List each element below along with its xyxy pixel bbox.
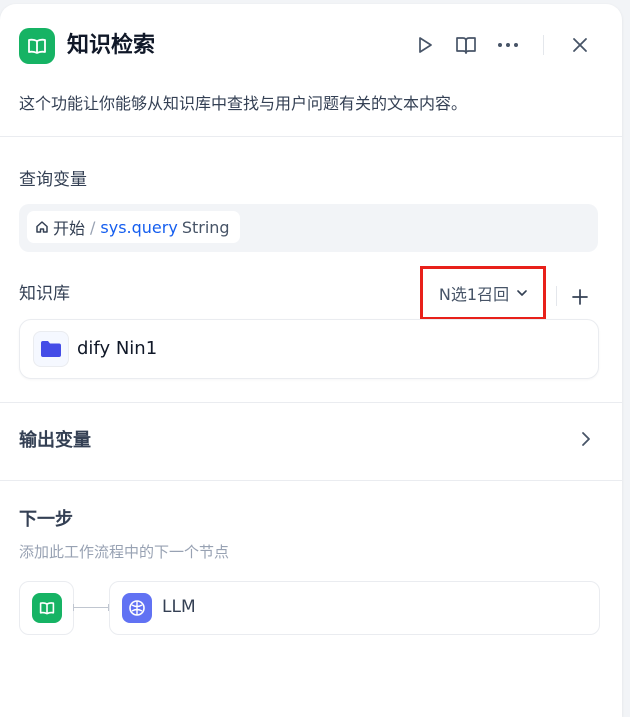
folder-icon bbox=[33, 331, 69, 367]
book-icon bbox=[456, 37, 476, 54]
divider bbox=[0, 480, 622, 481]
divider-vertical bbox=[556, 286, 557, 306]
panel-header: 知识检索 bbox=[0, 4, 622, 84]
more-icon bbox=[498, 43, 518, 47]
next-node-llm[interactable]: LLM bbox=[109, 581, 600, 635]
help-doc-button[interactable] bbox=[454, 33, 478, 57]
home-icon bbox=[36, 221, 48, 233]
play-icon bbox=[419, 37, 432, 53]
next-step-subtitle: 添加此工作流程中的下一个节点 bbox=[19, 543, 230, 561]
add-knowledge-button[interactable] bbox=[568, 285, 592, 309]
knowledge-retrieval-icon bbox=[19, 28, 55, 64]
plus-icon bbox=[572, 289, 588, 305]
node-panel: 知识检索 这个功能让你能够从知识库中查找与用户问题有关的文本内容。 查询变量 开… bbox=[0, 4, 622, 717]
knowledge-name: dify Nin1 bbox=[77, 338, 158, 359]
next-step-title: 下一步 bbox=[19, 509, 73, 530]
connector-line bbox=[73, 607, 109, 608]
query-variable-field[interactable]: 开始 / sys.query String bbox=[19, 204, 598, 252]
header-divider bbox=[543, 35, 544, 55]
connector-tick bbox=[73, 604, 74, 611]
variable-pill[interactable]: 开始 / sys.query String bbox=[27, 211, 240, 243]
variable-source: 开始 bbox=[53, 219, 86, 238]
next-node-name: LLM bbox=[162, 597, 196, 617]
retrieval-mode-value: N选1召回 bbox=[438, 285, 510, 304]
variable-type: String bbox=[181, 217, 230, 237]
run-button[interactable] bbox=[413, 33, 437, 57]
node-description[interactable]: 这个功能让你能够从知识库中查找与用户问题有关的文本内容。 bbox=[19, 92, 467, 116]
knowledge-retrieval-icon bbox=[31, 593, 62, 623]
more-button[interactable] bbox=[496, 33, 520, 57]
brain-icon bbox=[122, 593, 152, 623]
close-button[interactable] bbox=[568, 33, 592, 57]
current-node-block bbox=[19, 581, 74, 635]
variable-separator: / bbox=[90, 217, 96, 237]
divider bbox=[0, 136, 622, 137]
close-icon bbox=[573, 38, 587, 52]
variable-name: sys.query bbox=[100, 217, 178, 237]
chevron-right-icon[interactable] bbox=[576, 429, 596, 449]
retrieval-mode-select[interactable]: N选1召回 bbox=[420, 266, 546, 320]
chevron-down-icon bbox=[517, 289, 527, 296]
knowledge-base-label: 知识库 bbox=[19, 284, 70, 304]
knowledge-item[interactable]: dify Nin1 bbox=[19, 319, 599, 379]
query-variable-label: 查询变量 bbox=[19, 170, 87, 190]
panel-title: 知识检索 bbox=[67, 33, 156, 58]
output-variables-title[interactable]: 输出变量 bbox=[19, 428, 91, 454]
divider bbox=[0, 402, 622, 403]
